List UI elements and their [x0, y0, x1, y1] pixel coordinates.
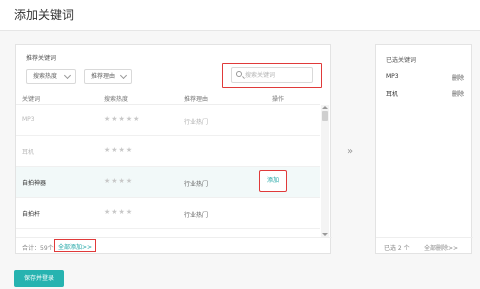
column-search-heat: 搜索热度 — [104, 96, 129, 103]
row-keyword: MP3 — [22, 116, 35, 123]
delete-all-link[interactable]: 全部删除>> — [424, 243, 458, 252]
add-all-link[interactable]: 全部添加>> — [58, 242, 92, 251]
selected-keywords-title: 已选关键词 — [386, 57, 417, 64]
table-row: 自拍杆 ★★★★ 行业热门 — [16, 198, 320, 229]
delete-link[interactable]: 删除 — [452, 73, 464, 82]
row-keyword: 自拍神器 — [22, 180, 47, 187]
row-keyword: 自拍杆 — [22, 211, 41, 218]
column-action: 操作 — [272, 96, 285, 103]
delete-link[interactable]: 删除 — [452, 89, 464, 98]
selected-keyword: 耳机 — [386, 91, 399, 98]
heat-stars: ★★★★ — [104, 177, 134, 185]
search-icon — [236, 71, 242, 77]
reason-filter[interactable]: 推荐理由 — [84, 69, 132, 84]
row-reason: 行业热门 — [184, 181, 209, 188]
double-chevron-right-icon: » — [347, 146, 354, 157]
left-footer: 合计：59个 全部添加>> — [16, 237, 332, 254]
right-footer: 已选 2 个 全部删除>> — [376, 237, 473, 254]
recommended-keywords-panel: 推荐关键词 搜索热度 推荐理由 关键词 搜索热度 推荐理由 操作 MP3 ★★★… — [15, 44, 332, 254]
column-reason: 推荐理由 — [184, 96, 209, 103]
search-heat-filter[interactable]: 搜索热度 — [26, 69, 76, 84]
title-bar: 添加关键词 — [0, 0, 480, 31]
add-keyword-button[interactable]: 添加 — [259, 170, 287, 192]
heat-stars: ★★★★★ — [104, 115, 141, 123]
table-header: 关键词 搜索热度 推荐理由 操作 — [16, 92, 320, 105]
table-row: 耳机 ★★★★ — [16, 136, 320, 167]
row-reason: 行业热门 — [184, 212, 209, 219]
selected-count: 已选 2 个 — [384, 245, 410, 252]
selected-item: MP3 删除 — [386, 73, 464, 83]
recommended-keywords-title: 推荐关键词 — [26, 55, 57, 62]
table-scrollbar[interactable] — [321, 105, 329, 237]
row-reason: 行业热门 — [184, 119, 209, 126]
row-keyword: 耳机 — [22, 149, 35, 156]
chevron-down-icon — [119, 71, 128, 80]
heat-stars: ★★★★ — [104, 208, 134, 216]
scroll-down-icon[interactable] — [322, 233, 328, 236]
scroll-thumb[interactable] — [322, 111, 328, 121]
total-count: 合计：59个 — [22, 245, 54, 252]
search-field[interactable] — [231, 67, 313, 83]
selected-item: 耳机 删除 — [386, 89, 464, 99]
search-highlight — [222, 63, 322, 88]
column-keyword: 关键词 — [22, 96, 41, 103]
table-row: MP3 ★★★★★ 行业热门 — [16, 105, 320, 136]
heat-stars: ★★★★ — [104, 146, 134, 154]
selected-keywords-panel: 已选关键词 MP3 删除 耳机 删除 已选 2 个 全部删除>> — [375, 44, 473, 254]
selected-keyword: MP3 — [386, 73, 399, 80]
page-title: 添加关键词 — [14, 8, 75, 22]
search-input[interactable] — [245, 70, 309, 80]
chevron-down-icon — [63, 71, 72, 80]
table-row: 自拍神器 ★★★★ 行业热门 添加 — [16, 167, 320, 198]
save-and-login-button[interactable]: 保存并登录 — [14, 270, 64, 287]
add-all-highlight: 全部添加>> — [54, 239, 96, 252]
search-heat-filter-label: 搜索热度 — [33, 73, 58, 80]
scroll-up-icon[interactable] — [322, 106, 328, 109]
reason-filter-label: 推荐理由 — [91, 73, 116, 80]
